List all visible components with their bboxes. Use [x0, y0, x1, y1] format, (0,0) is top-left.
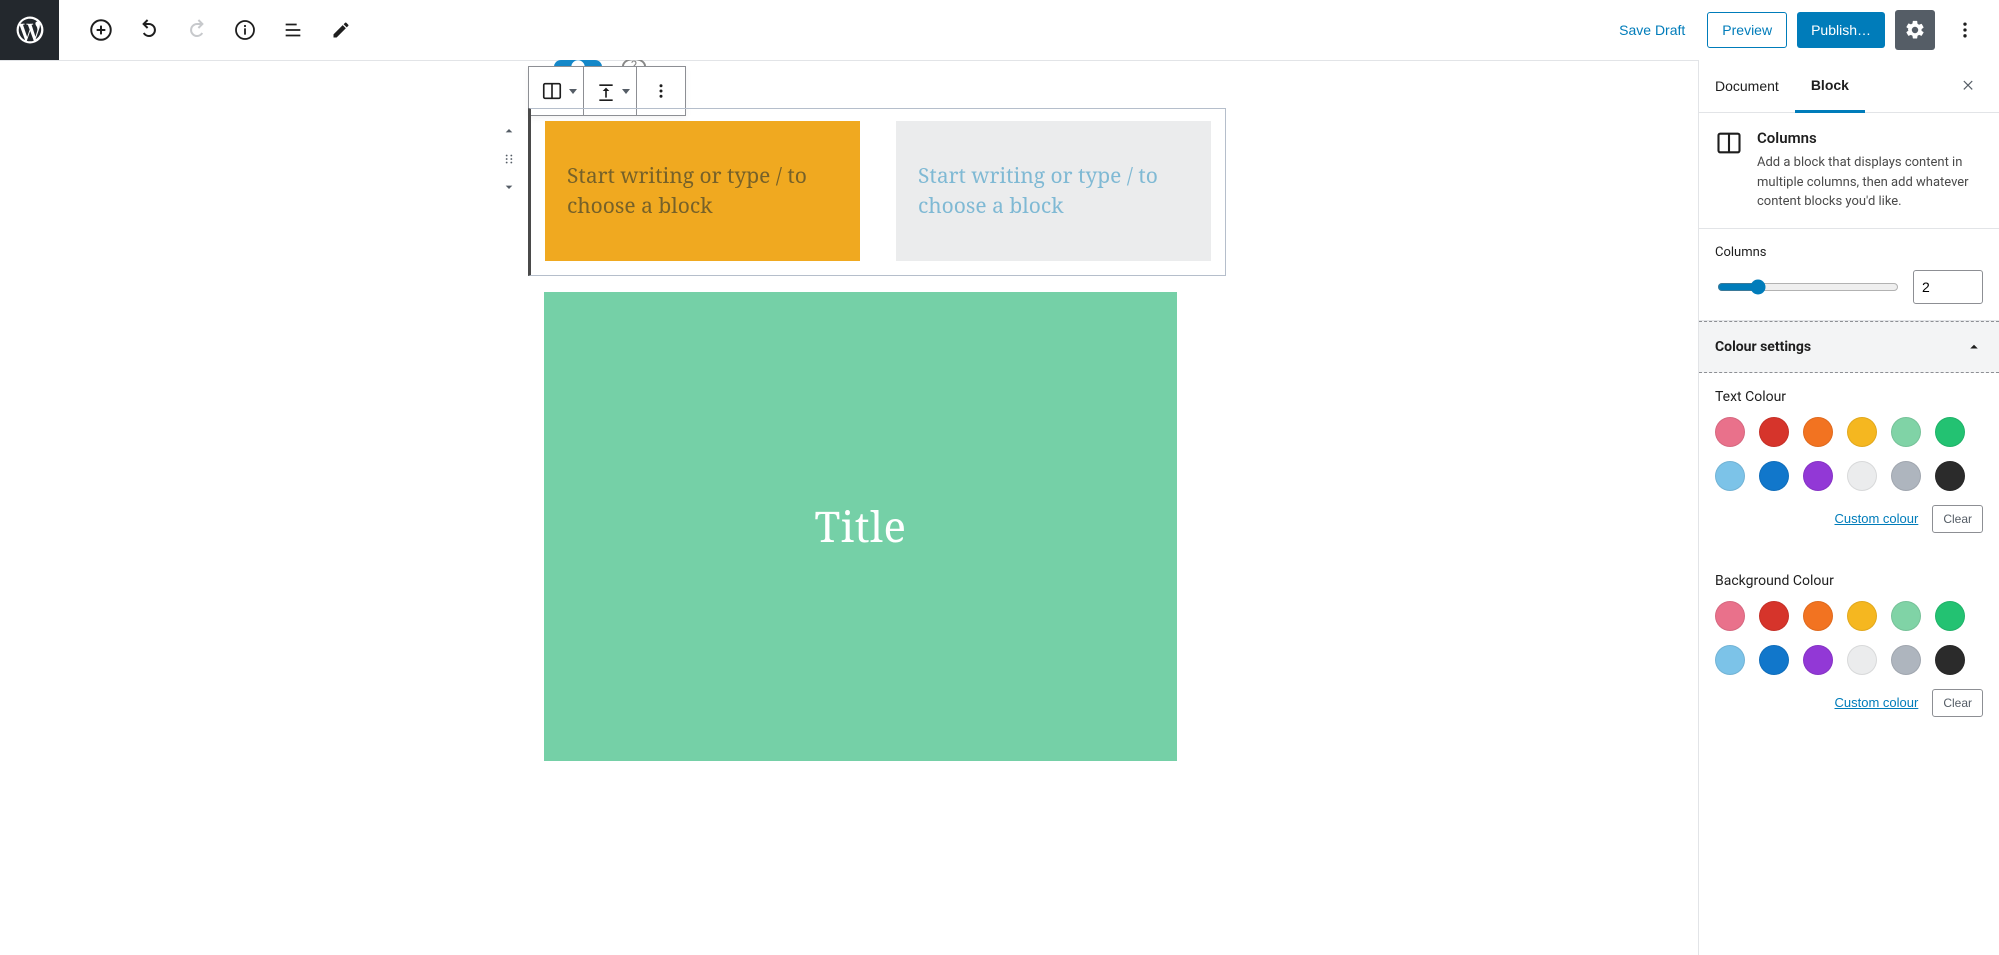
publish-button[interactable]: Publish… [1797, 12, 1885, 48]
editor-canvas[interactable]: ? [0, 60, 1698, 955]
background-colour-swatch-10[interactable] [1891, 645, 1921, 675]
undo-button[interactable] [125, 6, 173, 54]
background-colour-swatch-9[interactable] [1847, 645, 1877, 675]
workspace: ? [0, 60, 1999, 955]
more-vertical-icon [1955, 20, 1975, 40]
bg-custom-colour-button[interactable]: Custom colour [1835, 695, 1919, 710]
text-colour-swatch-4[interactable] [1891, 417, 1921, 447]
text-colour-swatches [1699, 417, 1999, 491]
drag-icon [502, 152, 516, 166]
redo-button[interactable] [173, 6, 221, 54]
background-colour-swatch-7[interactable] [1759, 645, 1789, 675]
block-card-title: Columns [1757, 129, 1983, 147]
text-colour-swatch-6[interactable] [1715, 461, 1745, 491]
block-card: Columns Add a block that displays conten… [1699, 113, 1999, 229]
wordpress-icon [16, 16, 44, 44]
cover-title[interactable]: Title [815, 498, 907, 555]
background-colour-swatches [1699, 601, 1999, 675]
background-colour-swatch-11[interactable] [1935, 645, 1965, 675]
columns-icon [541, 80, 563, 102]
columns-block[interactable]: Start writing or type / to choose a bloc… [528, 108, 1226, 276]
background-colour-swatch-6[interactable] [1715, 645, 1745, 675]
preview-button[interactable]: Preview [1707, 12, 1787, 48]
settings-button[interactable] [1895, 10, 1935, 50]
align-top-icon [596, 81, 616, 101]
text-colour-swatch-3[interactable] [1847, 417, 1877, 447]
columns-label: Columns [1715, 245, 1983, 260]
move-down-button[interactable] [495, 175, 523, 199]
block-card-description: Add a block that displays content in mul… [1757, 153, 1983, 212]
drag-handle[interactable] [495, 147, 523, 171]
text-colour-swatch-2[interactable] [1803, 417, 1833, 447]
columns-slider[interactable] [1717, 279, 1899, 295]
colour-settings-toggle[interactable]: Colour settings [1699, 321, 1999, 373]
plus-circle-icon [88, 17, 114, 43]
more-vertical-icon [652, 82, 670, 100]
background-colour-swatch-2[interactable] [1803, 601, 1833, 631]
settings-sidebar: Document Block Columns Add a block that … [1698, 60, 1999, 955]
column-2-placeholder: Start writing or type / to choose a bloc… [918, 161, 1189, 222]
text-colour-swatch-10[interactable] [1891, 461, 1921, 491]
text-colour-swatch-9[interactable] [1847, 461, 1877, 491]
background-colour-label: Background Colour [1715, 573, 1983, 589]
add-block-button[interactable] [77, 6, 125, 54]
text-colour-swatch-8[interactable] [1803, 461, 1833, 491]
background-colour-swatch-5[interactable] [1935, 601, 1965, 631]
block-movers [495, 119, 523, 199]
text-colour-swatch-1[interactable] [1759, 417, 1789, 447]
text-colour-swatch-7[interactable] [1759, 461, 1789, 491]
undo-icon [137, 18, 161, 42]
move-up-button[interactable] [495, 119, 523, 143]
text-colour-swatch-11[interactable] [1935, 461, 1965, 491]
list-outline-icon [282, 19, 304, 41]
save-draft-button[interactable]: Save Draft [1607, 12, 1697, 48]
colour-settings-title: Colour settings [1715, 339, 1811, 355]
wordpress-logo[interactable] [0, 0, 59, 60]
columns-setting: Columns [1699, 229, 1999, 321]
column-2[interactable]: Start writing or type / to choose a bloc… [896, 121, 1211, 261]
sidebar-tabs: Document Block [1699, 60, 1999, 113]
toolbar-right-group: Save Draft Preview Publish… [1607, 10, 1999, 50]
bg-colour-clear-button[interactable]: Clear [1932, 689, 1983, 717]
top-toolbar: Save Draft Preview Publish… [0, 0, 1999, 61]
chevron-up-icon [1965, 338, 1983, 356]
gear-icon [1904, 19, 1926, 41]
text-colour-clear-button[interactable]: Clear [1932, 505, 1983, 533]
tab-block[interactable]: Block [1795, 61, 1865, 113]
chevron-down-icon [501, 179, 517, 195]
cover-block[interactable]: Title [544, 292, 1177, 761]
background-colour-swatch-1[interactable] [1759, 601, 1789, 631]
close-icon [1961, 78, 1977, 94]
chevron-up-icon [501, 123, 517, 139]
info-circle-icon [233, 18, 257, 42]
text-custom-colour-button[interactable]: Custom colour [1835, 511, 1919, 526]
toolbar-left-group [59, 6, 365, 54]
redo-icon [185, 18, 209, 42]
background-colour-swatch-0[interactable] [1715, 601, 1745, 631]
background-colour-swatch-3[interactable] [1847, 601, 1877, 631]
columns-number-input[interactable] [1913, 270, 1983, 304]
chevron-down-icon [569, 89, 577, 94]
column-1[interactable]: Start writing or type / to choose a bloc… [545, 121, 860, 261]
pencil-icon [331, 20, 351, 40]
text-colour-label: Text Colour [1715, 389, 1983, 405]
text-colour-swatch-0[interactable] [1715, 417, 1745, 447]
edit-button[interactable] [317, 6, 365, 54]
background-colour-swatch-8[interactable] [1803, 645, 1833, 675]
columns-icon [1715, 129, 1743, 157]
tab-document[interactable]: Document [1699, 60, 1795, 112]
background-colour-swatch-4[interactable] [1891, 601, 1921, 631]
column-1-placeholder: Start writing or type / to choose a bloc… [567, 161, 838, 222]
chevron-down-icon [622, 89, 630, 94]
close-sidebar-button[interactable] [1955, 60, 1999, 112]
block-navigation-button[interactable] [269, 6, 317, 54]
more-options-button[interactable] [1945, 10, 1985, 50]
text-colour-swatch-5[interactable] [1935, 417, 1965, 447]
content-info-button[interactable] [221, 6, 269, 54]
